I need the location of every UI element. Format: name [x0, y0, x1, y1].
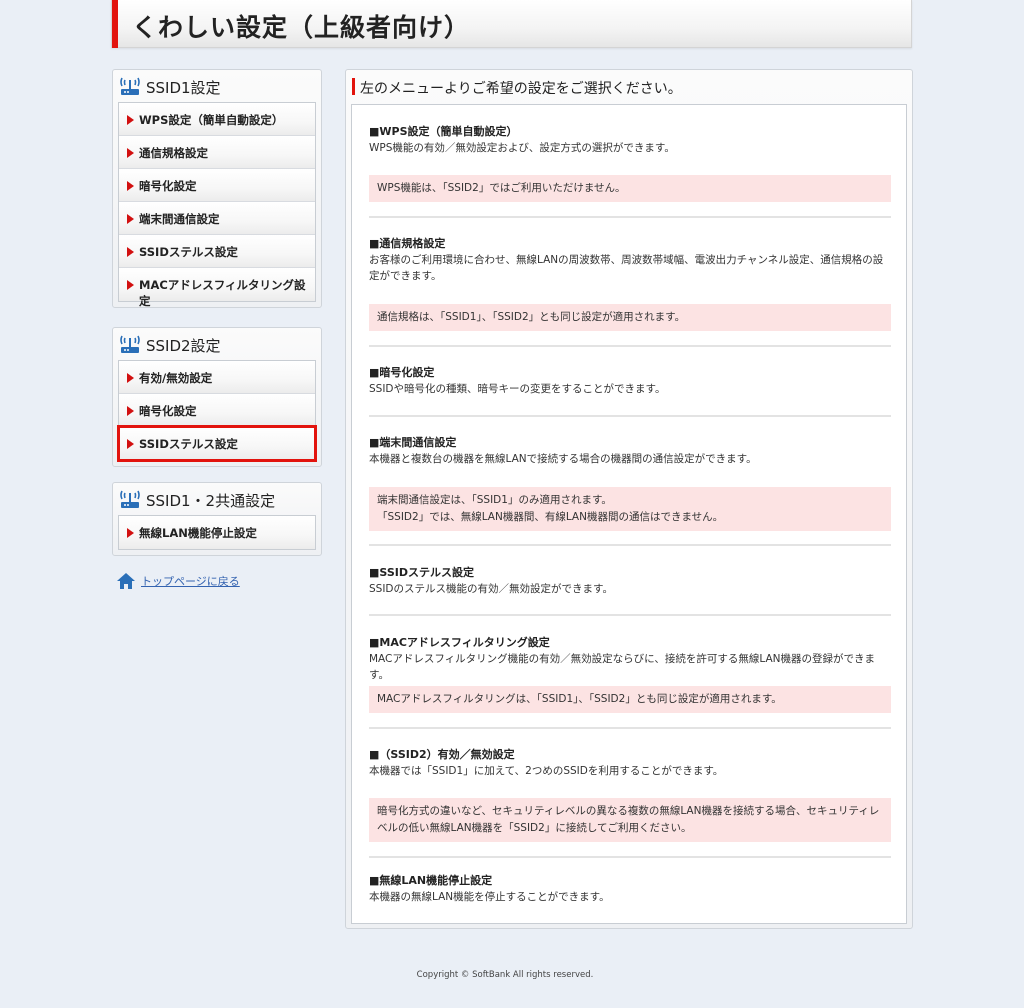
section-title: ■SSIDステルス設定 [369, 566, 474, 579]
header-accent-bar [112, 0, 118, 48]
section-mac-filter: ■MACアドレスフィルタリング設定 MACアドレスフィルタリング機能の有効／無効… [369, 636, 891, 683]
section-note: WPS機能は、「SSID2」ではご利用いただけません。 [369, 175, 891, 202]
ssid1-menu: SSID1設定 WPS設定（簡単自動設定） 通信規格設定 暗号化設定 端末間通信… [112, 69, 322, 308]
menu-item-wireless-stop[interactable]: 無線LAN機能停止設定 [119, 516, 315, 549]
ssid2-menu-header: SSID2設定 [113, 328, 321, 360]
section-note-line: 「SSID2」では、無線LAN機器間、有線LAN機器間の通信はできません。 [377, 511, 724, 523]
section-title: ■通信規格設定 [369, 237, 446, 250]
divider [369, 345, 891, 347]
copyright: Copyright © SoftBank All rights reserved… [416, 970, 594, 980]
menu-item-stealth[interactable]: SSIDステルス設定 [119, 235, 315, 268]
red-triangle-icon [127, 406, 134, 416]
common-menu-header: SSID1・2共通設定 [113, 483, 321, 515]
divider [369, 415, 891, 417]
red-triangle-icon [127, 181, 134, 191]
red-triangle-icon [127, 148, 134, 158]
menu-item-label: 有効/無効設定 [139, 371, 213, 385]
wireless-router-icon [120, 335, 140, 353]
common-menu-list: 無線LAN機能停止設定 [118, 515, 316, 550]
common-menu-title: SSID1・2共通設定 [146, 492, 276, 510]
red-triangle-icon [127, 373, 134, 383]
section-stealth: ■SSIDステルス設定 SSIDのステルス機能の有効／無効設定ができます。 [369, 566, 891, 597]
ssid1-menu-title: SSID1設定 [146, 79, 221, 97]
section-title: ■暗号化設定 [369, 366, 435, 379]
ssid1-menu-list: WPS設定（簡単自動設定） 通信規格設定 暗号化設定 端末間通信設定 SSIDス… [118, 102, 316, 308]
menu-item-label: 通信規格設定 [139, 146, 208, 160]
top-page-link-label[interactable]: トップページに戻る [141, 573, 240, 589]
wireless-router-icon [120, 490, 140, 508]
divider [369, 544, 891, 546]
section-note: 暗号化方式の違いなど、セキュリティレベルの異なる複数の無線LAN機器を接続する場… [369, 798, 891, 842]
red-triangle-icon [127, 528, 134, 538]
section-note: 通信規格は、「SSID1」、「SSID2」とも同じ設定が適用されます。 [369, 304, 891, 331]
menu-item-label: WPS設定（簡単自動設定） [139, 113, 284, 127]
menu-item-label: 無線LAN機能停止設定 [139, 526, 257, 540]
section-title: ■MACアドレスフィルタリング設定 [369, 636, 550, 649]
section-note-line: 端末間通信設定は、「SSID1」のみ適用されます。 [377, 494, 612, 506]
settings-description-list: ■WPS設定（簡単自動設定） WPS機能の有効／無効設定および、設定方式の選択が… [351, 104, 907, 924]
divider [369, 856, 891, 858]
red-triangle-icon [127, 247, 134, 257]
menu-item-label: SSIDステルス設定 [139, 245, 238, 259]
main-panel: 左のメニューよりご希望の設定をご選択ください。 ■WPS設定（簡単自動設定） W… [345, 69, 913, 929]
red-triangle-icon [127, 439, 134, 449]
section-description: 本機器と複数台の機器を無線LANで接続する場合の機器間の通信設定ができます。 [369, 453, 757, 465]
section-title: ■WPS設定（簡単自動設定） [369, 125, 518, 138]
ssid2-menu-list: 有効/無効設定 暗号化設定 SSIDステルス設定 [117, 360, 317, 462]
section-title: ■無線LAN機能停止設定 [369, 874, 493, 887]
section-inter-terminal: ■端末間通信設定 本機器と複数台の機器を無線LANで接続する場合の機器間の通信設… [369, 436, 891, 467]
menu-item-label: SSIDステルス設定 [139, 437, 238, 451]
ssid1-menu-header: SSID1設定 [113, 70, 321, 102]
menu-item-standard[interactable]: 通信規格設定 [119, 136, 315, 169]
menu-item-label: 端末間通信設定 [139, 212, 220, 226]
section-ssid2-enable: ■（SSID2）有効／無効設定 本機器では「SSID1」に加えて、2つめのSSI… [369, 748, 891, 779]
section-note: 端末間通信設定は、「SSID1」のみ適用されます。 「SSID2」では、無線LA… [369, 487, 891, 531]
ssid2-menu-title: SSID2設定 [146, 337, 221, 355]
section-description: 本機器の無線LAN機能を停止することができます。 [369, 891, 610, 903]
menu-item-mac-filter[interactable]: MACアドレスフィルタリング設定 [119, 268, 315, 308]
section-description: SSIDや暗号化の種類、暗号キーの変更をすることができます。 [369, 383, 666, 395]
section-description: 本機器では「SSID1」に加えて、2つめのSSIDを利用することができます。 [369, 765, 724, 777]
menu-item-encryption[interactable]: 暗号化設定 [119, 394, 315, 427]
red-triangle-icon [127, 115, 134, 125]
section-wireless-stop: ■無線LAN機能停止設定 本機器の無線LAN機能を停止することができます。 [369, 874, 891, 905]
menu-item-label: 暗号化設定 [139, 404, 197, 418]
page-header: くわしい設定（上級者向け） [111, 0, 912, 48]
ssid2-menu: SSID2設定 有効/無効設定 暗号化設定 SSIDステルス設定 [112, 327, 322, 467]
divider [369, 216, 891, 218]
divider [369, 614, 891, 616]
menu-item-label: 暗号化設定 [139, 179, 197, 193]
menu-item-enable-disable[interactable]: 有効/無効設定 [119, 361, 315, 394]
red-triangle-icon [127, 280, 134, 290]
page-title: くわしい設定（上級者向け） [132, 13, 471, 42]
menu-item-wps[interactable]: WPS設定（簡単自動設定） [119, 103, 315, 136]
section-wps: ■WPS設定（簡単自動設定） WPS機能の有効／無効設定および、設定方式の選択が… [369, 125, 891, 156]
section-description: MACアドレスフィルタリング機能の有効／無効設定ならびに、接続を許可する無線LA… [369, 653, 875, 681]
main-panel-header: 左のメニューよりご希望の設定をご選択ください。 [346, 70, 912, 102]
wireless-router-icon [120, 77, 140, 95]
section-description: WPS機能の有効／無効設定および、設定方式の選択ができます。 [369, 142, 675, 154]
section-standard: ■通信規格設定 お客様のご利用環境に合わせ、無線LANの周波数帯、周波数帯域幅、… [369, 237, 891, 284]
section-title: ■端末間通信設定 [369, 436, 457, 449]
red-triangle-icon [127, 214, 134, 224]
menu-item-encryption[interactable]: 暗号化設定 [119, 169, 315, 202]
divider [369, 727, 891, 729]
heading-accent-bar [352, 78, 355, 95]
common-menu: SSID1・2共通設定 無線LAN機能停止設定 [112, 482, 322, 556]
menu-item-stealth-selected[interactable]: SSIDステルス設定 [117, 425, 317, 462]
section-description: お客様のご利用環境に合わせ、無線LANの周波数帯、周波数帯域幅、電波出力チャンネ… [369, 254, 884, 282]
section-title: ■（SSID2）有効／無効設定 [369, 748, 515, 761]
section-note: MACアドレスフィルタリングは、「SSID1」、「SSID2」とも同じ設定が適用… [369, 686, 891, 713]
menu-item-inter-terminal[interactable]: 端末間通信設定 [119, 202, 315, 235]
menu-item-label: MACアドレスフィルタリング設定 [139, 278, 306, 308]
section-description: SSIDのステルス機能の有効／無効設定ができます。 [369, 583, 613, 595]
home-icon [117, 573, 135, 589]
main-heading: 左のメニューよりご希望の設定をご選択ください。 [360, 81, 682, 97]
section-encryption: ■暗号化設定 SSIDや暗号化の種類、暗号キーの変更をすることができます。 [369, 366, 891, 397]
